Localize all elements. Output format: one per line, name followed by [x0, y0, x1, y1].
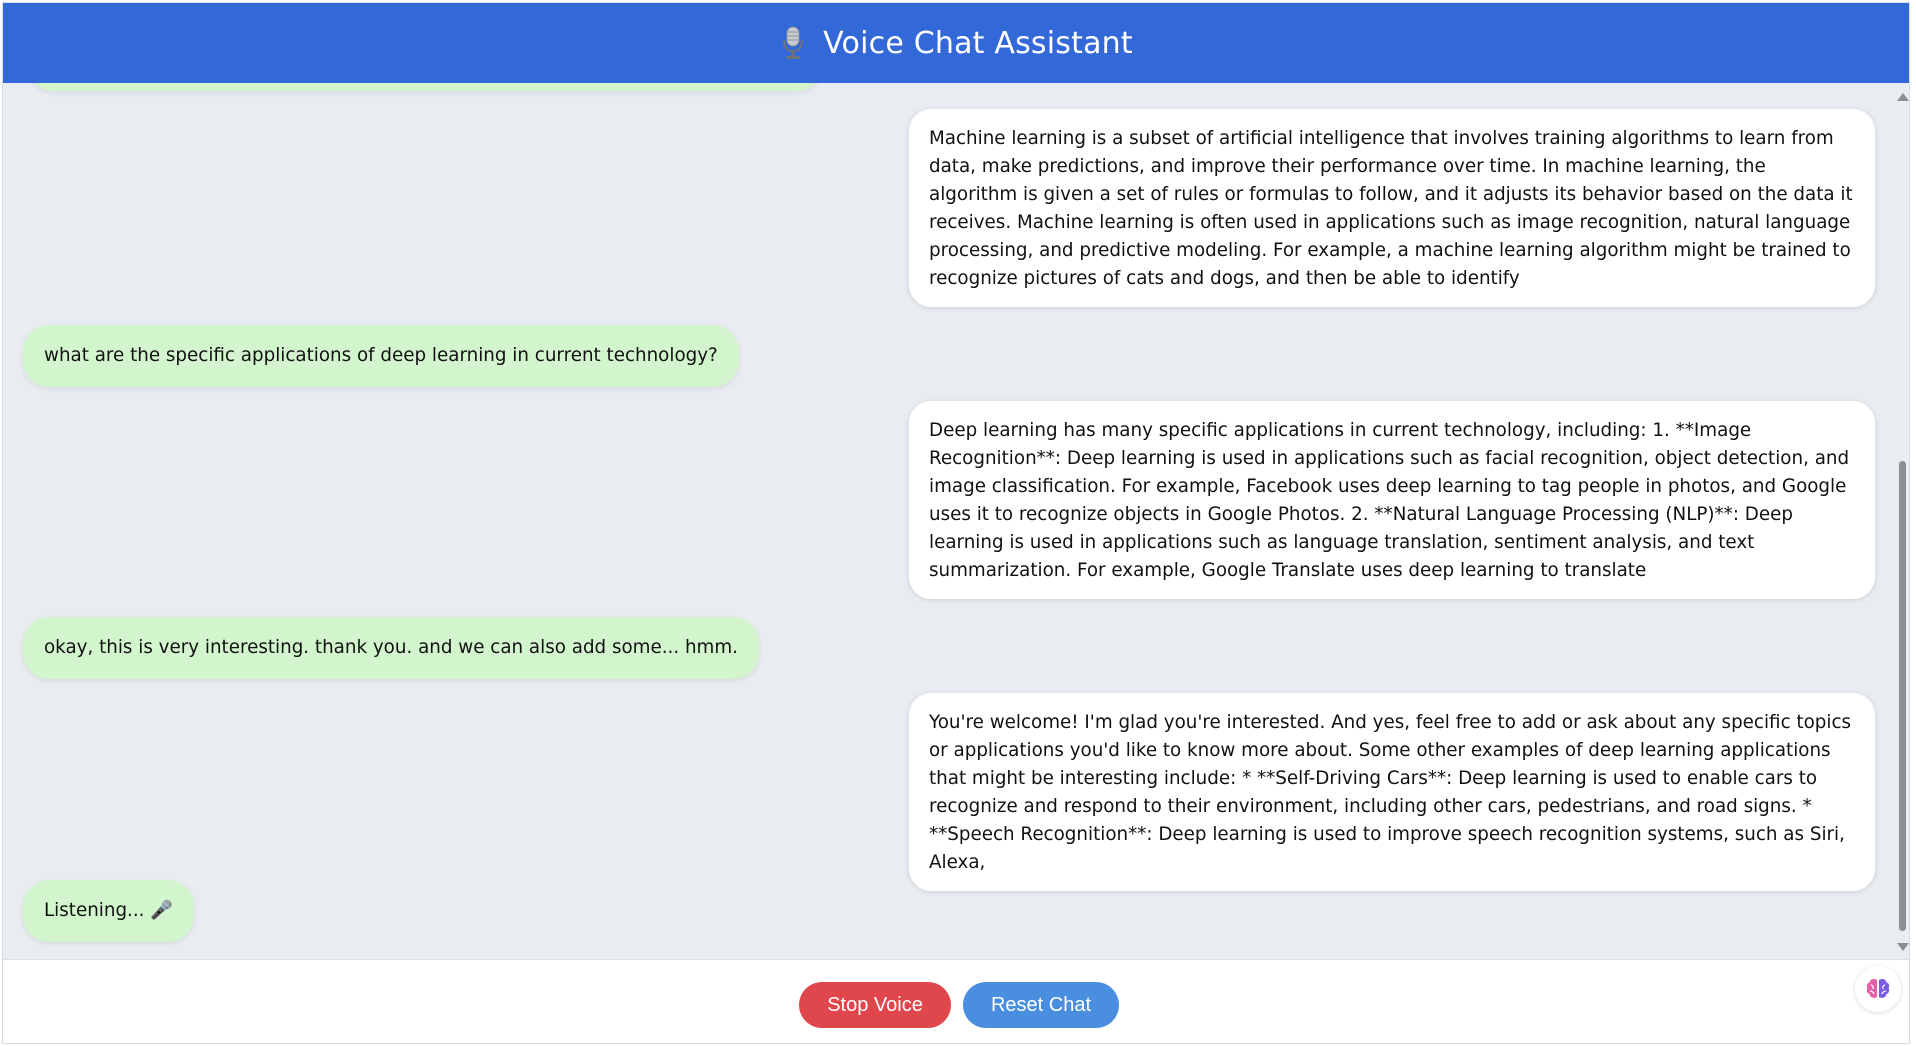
message-text: what are the specific applications of de… — [44, 345, 718, 366]
message-text: okay, this is very interesting. thank yo… — [44, 637, 738, 658]
brain-icon[interactable] — [1855, 966, 1901, 1012]
listening-indicator: Listening... 🎤 — [23, 880, 195, 942]
stop-voice-button[interactable]: Stop Voice — [799, 982, 951, 1028]
header: Voice Chat Assistant — [3, 3, 1909, 83]
message-text: Machine learning is a subset of artifici… — [929, 128, 1853, 289]
scrollbar-thumb[interactable] — [1899, 461, 1906, 931]
message-text: Deep learning has many specific applicat… — [929, 420, 1850, 581]
scroll-up-arrow-icon[interactable] — [1897, 93, 1909, 101]
user-message: what are the specific applications of de… — [23, 325, 739, 387]
reset-chat-button[interactable]: Reset Chat — [963, 982, 1119, 1028]
message-text: You're welcome! I'm glad you're interest… — [929, 712, 1852, 873]
message-text: Listening... 🎤 — [44, 900, 174, 921]
studio-microphone-icon — [779, 26, 807, 60]
assistant-message: You're welcome! I'm glad you're interest… — [909, 693, 1875, 891]
previous-message-bubble — [29, 83, 821, 91]
controls-bar: Stop Voice Reset Chat — [3, 959, 1909, 1043]
scroll-down-arrow-icon[interactable] — [1897, 943, 1909, 951]
user-message: okay, this is very interesting. thank yo… — [23, 617, 759, 679]
app-window: Voice Chat Assistant Machine learning is… — [2, 2, 1910, 1044]
chat-area[interactable]: Machine learning is a subset of artifici… — [3, 83, 1909, 959]
assistant-message: Deep learning has many specific applicat… — [909, 401, 1875, 599]
chat-scrollbar[interactable] — [1893, 83, 1909, 959]
assistant-message: Machine learning is a subset of artifici… — [909, 109, 1875, 307]
page-title: Voice Chat Assistant — [823, 25, 1133, 61]
